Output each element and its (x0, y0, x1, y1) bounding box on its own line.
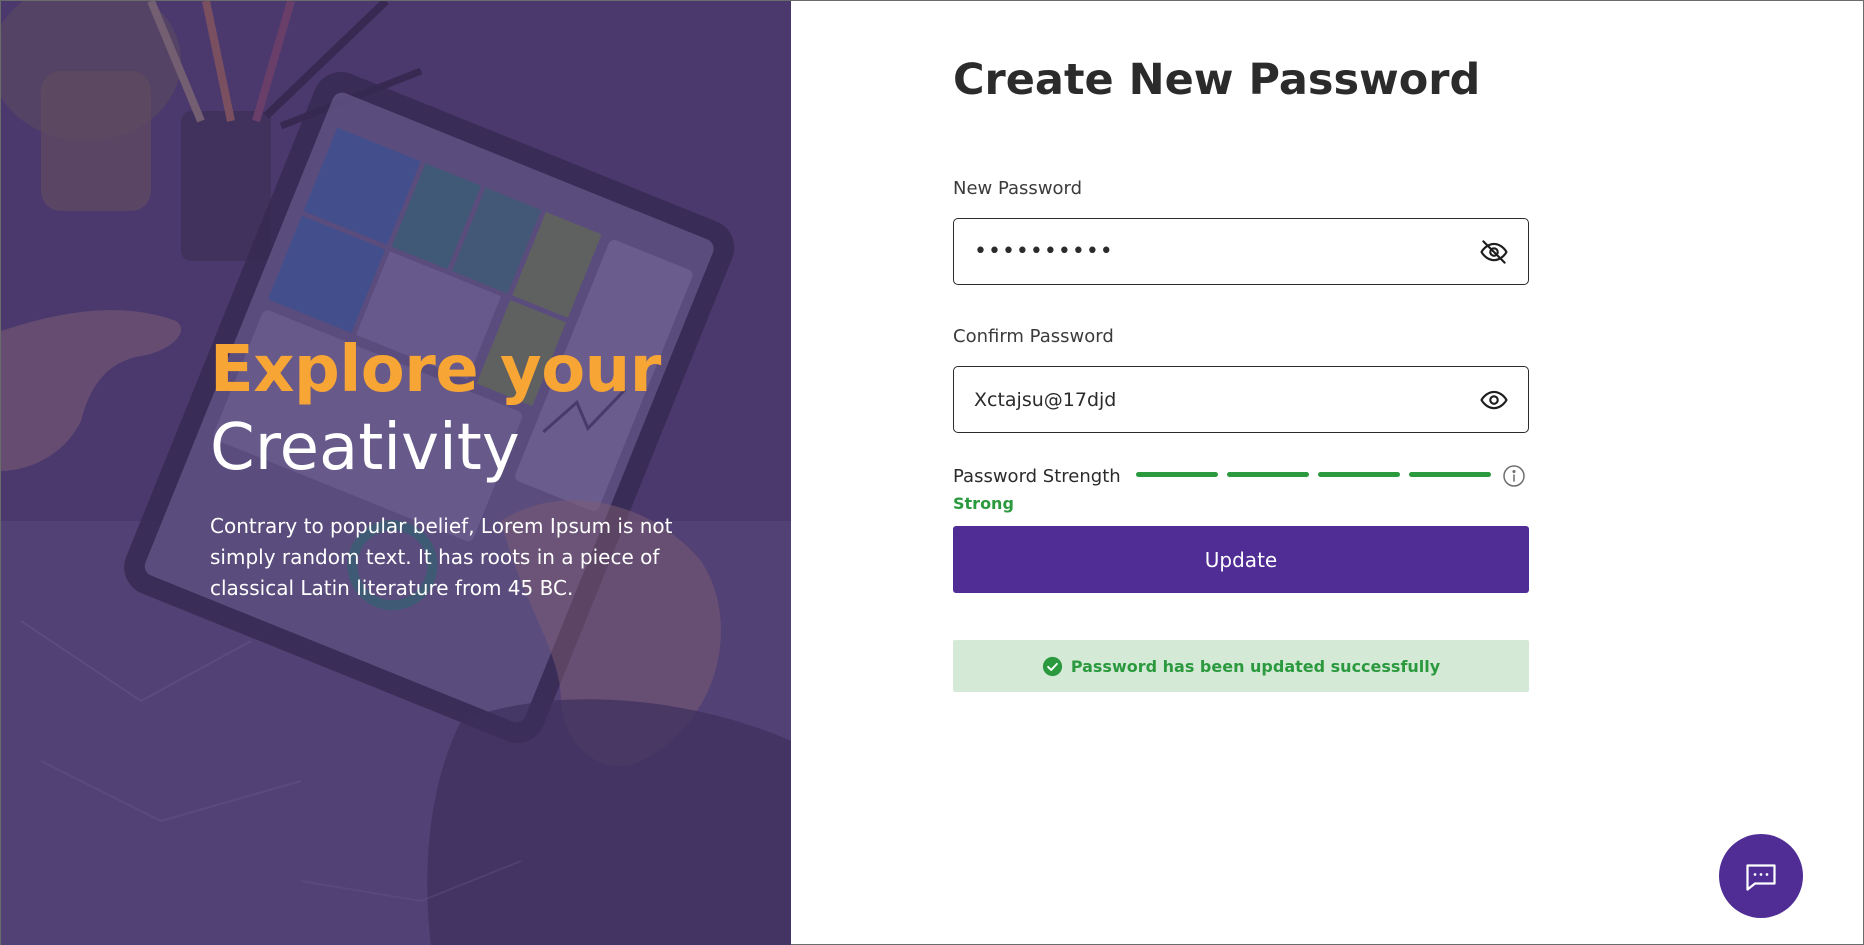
new-password-input[interactable] (974, 239, 1478, 264)
page-title: Create New Password (953, 55, 1481, 105)
chat-button[interactable] (1719, 834, 1803, 918)
confirm-password-label: Confirm Password (953, 326, 1114, 347)
info-icon[interactable] (1502, 464, 1526, 488)
confirm-password-input[interactable] (974, 388, 1478, 411)
update-button[interactable]: Update (953, 526, 1529, 593)
password-strength-meter (1136, 472, 1491, 477)
success-message: Password has been updated successfully (1070, 656, 1441, 676)
new-password-label: New Password (953, 178, 1083, 199)
success-alert: Password has been updated successfully (953, 640, 1529, 692)
confirm-password-field (953, 366, 1529, 433)
password-strength-label: Password Strength (953, 466, 1121, 487)
hero-title: Creativity (210, 411, 520, 485)
strength-segment (1136, 472, 1218, 477)
hero-description: Contrary to popular belief, Lorem Ipsum … (210, 514, 673, 600)
strength-segment (1409, 472, 1491, 477)
password-strength-value: Strong (953, 494, 1014, 513)
hero-title-highlight: Explore your (210, 333, 661, 407)
new-password-field (953, 218, 1529, 285)
chat-icon (1746, 864, 1776, 891)
hero-panel: Explore your Creativity Contrary to popu… (1, 1, 791, 945)
strength-segment (1318, 472, 1400, 477)
eye-off-icon[interactable] (1478, 236, 1510, 268)
strength-segment (1227, 472, 1309, 477)
check-circle-icon (1042, 656, 1062, 676)
eye-icon[interactable] (1478, 384, 1510, 416)
hero-content: Explore your Creativity Contrary to popu… (210, 333, 680, 604)
